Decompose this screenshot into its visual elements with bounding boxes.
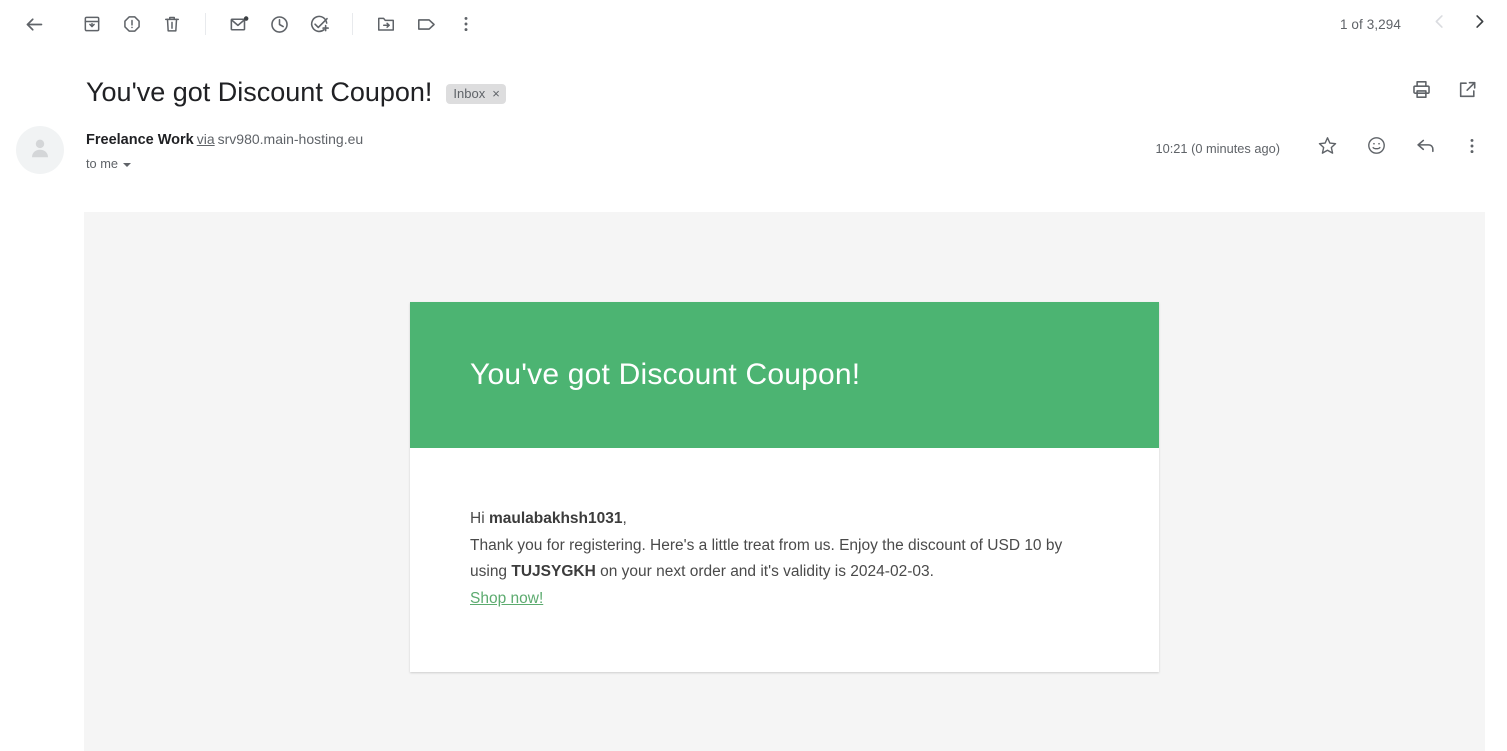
via-link[interactable]: via [197,131,215,147]
more-options-icon [1462,136,1482,161]
greeting-line: Hi maulabakhsh1031, [470,506,1099,533]
coupon-code: TUJSYGKH [511,563,596,580]
sender-row: Freelance Work via srv980.main-hosting.eu … [0,114,1507,180]
archive-button[interactable] [72,4,112,44]
toolbar-divider-2 [352,13,353,35]
sender-domain: srv980.main-hosting.eu [217,131,364,147]
delete-button[interactable] [152,4,192,44]
labels-icon [416,14,437,35]
archive-icon [82,14,102,34]
recipient-toggle[interactable]: to me [86,156,132,171]
label-chip-inbox[interactable]: Inbox × [446,84,506,104]
person-icon [27,135,53,166]
greeting-prefix: Hi [470,510,489,527]
toolbar-divider-1 [205,13,206,35]
print-button[interactable] [1401,72,1441,112]
email-toolbar: 1 of 3,294 [0,0,1507,48]
message-timestamp: 10:21 (0 minutes ago) [1155,140,1281,156]
snooze-button[interactable] [259,4,299,44]
add-to-tasks-icon [309,14,330,35]
page-title: You've got Discount Coupon! [86,76,433,107]
open-in-new-window-button[interactable] [1447,72,1487,112]
close-icon[interactable]: × [492,87,500,100]
email-content-card: You've got Discount Coupon! Hi maulabakh… [410,302,1159,672]
emoji-reaction-button[interactable] [1356,128,1396,168]
more-options-icon [456,14,476,34]
previous-message-button[interactable] [1419,4,1459,44]
chevron-right-icon [1470,12,1489,36]
report-spam-button[interactable] [112,4,152,44]
greeting-suffix: , [622,510,627,527]
emoji-smiley-icon [1366,135,1387,161]
reply-arrow-icon [1415,135,1436,161]
message-counter: 1 of 3,294 [1339,16,1401,32]
chevron-left-icon [1430,12,1449,36]
labels-button[interactable] [406,4,446,44]
move-to-button[interactable] [366,4,406,44]
sender-name[interactable]: Freelance Work [86,132,194,148]
email-header-title: You've got Discount Coupon! [470,358,861,392]
coupon-text-part2: on your next order and it's validity is … [595,563,934,580]
mark-unread-button[interactable] [219,4,259,44]
subject-actions [1401,72,1487,112]
sender-actions: 10:21 (0 minutes ago) [1156,126,1488,168]
chevron-down-icon [123,162,132,167]
back-button[interactable] [14,4,54,44]
sender-line: Freelance Work via srv980.main-hosting.eu [86,129,363,150]
more-options-button[interactable] [446,4,486,44]
external-link-icon [1457,79,1478,105]
subject-row: You've got Discount Coupon! Inbox × [0,48,1507,114]
print-icon [1411,79,1432,105]
back-arrow-icon [24,14,45,35]
star-icon [1317,135,1338,161]
star-button[interactable] [1307,128,1347,168]
sender-info: Freelance Work via srv980.main-hosting.eu … [86,126,363,171]
delete-icon [162,14,182,34]
snooze-icon [269,14,290,35]
recipient-label: to me [86,156,119,171]
avatar[interactable] [16,126,64,174]
email-body-text: Hi maulabakhsh1031, Thank you for regist… [410,448,1159,672]
shop-now-line: Shop now! [470,586,1099,613]
move-to-icon [376,14,396,34]
coupon-paragraph: Thank you for registering. Here's a litt… [470,533,1099,586]
shop-now-link[interactable]: Shop now! [470,590,543,607]
email-header-banner: You've got Discount Coupon! [410,302,1159,448]
next-message-button[interactable] [1459,4,1499,44]
label-chip-text: Inbox [453,86,486,101]
mark-unread-icon [229,14,250,35]
email-body-canvas: You've got Discount Coupon! Hi maulabakh… [84,212,1485,751]
recipient-username: maulabakhsh1031 [488,510,623,527]
message-more-button[interactable] [1457,128,1487,168]
reply-button[interactable] [1405,128,1445,168]
add-to-tasks-button[interactable] [299,4,339,44]
report-spam-icon [122,14,142,34]
